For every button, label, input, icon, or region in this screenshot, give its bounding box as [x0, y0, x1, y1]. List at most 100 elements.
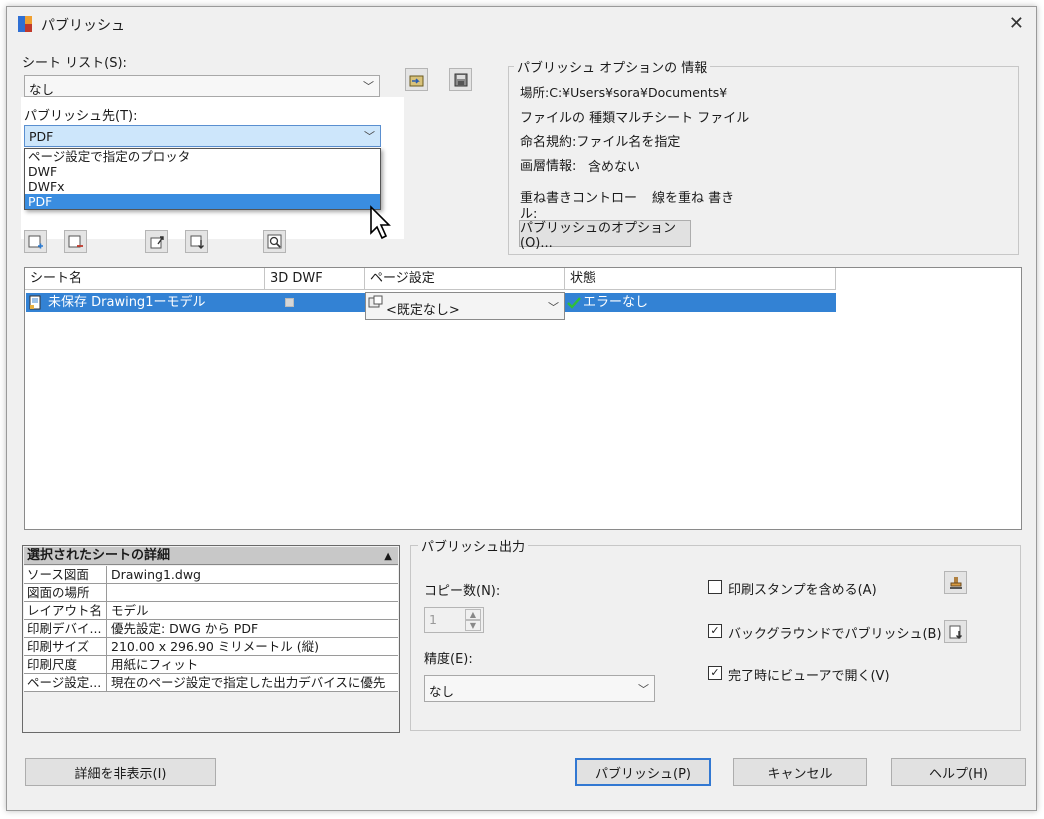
sheet-details-panel: 選択されたシートの詳細 ▲ ソース図面 Drawing1.dwg 図面の場所 レイ… [22, 545, 400, 733]
open-viewer-checkbox[interactable]: ✓ [708, 666, 722, 680]
sheet-list-label: シート リスト(S): [22, 56, 127, 71]
move-up-button[interactable] [145, 230, 168, 253]
publish-to-dropdown-list: ページ設定で指定のプロッタ DWF DWFx PDF [24, 148, 381, 210]
details-title[interactable]: 選択されたシートの詳細 ▲ [24, 547, 398, 565]
help-button[interactable]: ヘルプ(H) [891, 758, 1026, 786]
detail-row: ページ設定... 現在のページ設定で指定した出力デバイスに優先 [24, 674, 398, 692]
publish-options-button[interactable]: パブリッシュのオプション(O)... [519, 220, 691, 251]
chevron-down-icon: ﹀ [548, 301, 559, 314]
precision-value: なし [429, 684, 455, 699]
detail-key: レイアウト名 [24, 602, 107, 619]
app-icon [18, 16, 32, 32]
dropdown-option[interactable]: ページ設定で指定のプロッタ [25, 149, 380, 164]
background-settings-icon [949, 625, 962, 639]
detail-key: ページ設定... [24, 674, 107, 691]
check-icon [567, 297, 581, 309]
dropdown-option-selected[interactable]: PDF [25, 194, 380, 209]
detail-row: 印刷デバイ... 優先設定: DWG から PDF [24, 620, 398, 638]
stamp-checkbox[interactable] [708, 580, 722, 594]
sheet-list-value: なし [29, 82, 55, 97]
stamp-icon [949, 576, 962, 589]
location-info: 場所:C:¥Users¥sora¥Documents¥ [520, 85, 728, 100]
detail-row: 印刷サイズ 210.00 x 296.90 ミリメートル (縦) [24, 638, 398, 656]
background-settings-button[interactable] [944, 620, 967, 643]
publish-output-title: パブリッシュ出力 [418, 536, 529, 555]
publish-to-value: PDF [29, 129, 54, 144]
copies-spinner[interactable]: 1 ▲ ▼ [424, 607, 484, 633]
magnifier-icon [267, 234, 281, 248]
stamp-label: 印刷スタンプを含める(A) [728, 583, 877, 598]
detail-value: 現在のページ設定で指定した出力デバイスに優先 [111, 675, 386, 690]
layer-info-value: 含めない [588, 160, 641, 175]
detail-value [108, 584, 398, 601]
spin-up-icon[interactable]: ▲ [465, 609, 481, 620]
detail-row: ソース図面 Drawing1.dwg [24, 566, 398, 584]
detail-key: 図面の場所 [24, 584, 107, 601]
chevron-down-icon: ﹀ [364, 130, 375, 143]
precision-label: 精度(E): [424, 652, 473, 667]
save-sheet-list-button[interactable] [449, 68, 472, 91]
chevron-down-icon: ﹀ [638, 683, 649, 696]
detail-value: モデル [111, 603, 149, 618]
column-header-status[interactable]: 状態 [565, 268, 836, 290]
status-cell: エラーなし [583, 295, 649, 310]
details-title-text: 選択されたシートの詳細 [27, 548, 171, 563]
close-icon[interactable]: ✕ [1009, 13, 1024, 34]
detail-value: 210.00 x 296.90 ミリメートル (縦) [111, 639, 320, 654]
copies-value: 1 [429, 612, 437, 627]
page-setup-icon [368, 295, 383, 308]
detail-row: レイアウト名 モデル [24, 602, 398, 620]
collapse-up-icon[interactable]: ▲ [384, 548, 392, 566]
detail-key: ソース図面 [24, 566, 107, 583]
column-header-3d-dwf[interactable]: 3D DWF [265, 268, 365, 290]
options-info-title: パブリッシュ オプションの 情報 [514, 57, 711, 76]
page-setup-value: <既定なし> [386, 303, 460, 318]
precision-combo[interactable]: なし ﹀ [424, 675, 655, 702]
sheet-list-combo[interactable]: なし ﹀ [24, 75, 380, 97]
spin-down-icon[interactable]: ▼ [465, 620, 481, 631]
detail-key: 印刷サイズ [24, 638, 107, 655]
sheet-name-cell: 未保存 Drawing1ーモデル [48, 295, 206, 310]
page-setup-combo[interactable]: <既定なし> ﹀ [365, 292, 565, 320]
column-header-page-setup[interactable]: ページ設定 [365, 268, 565, 290]
window-title: パブリッシュ [41, 18, 125, 34]
dropdown-option[interactable]: DWFx [25, 179, 380, 194]
dropdown-option[interactable]: DWF [25, 164, 380, 179]
hide-details-button[interactable]: 詳細を非表示(I) [25, 758, 216, 786]
publish-to-label: パブリッシュ先(T): [24, 109, 138, 124]
title-bar: パブリッシュ ✕ [7, 7, 1036, 41]
background-publish-checkbox[interactable]: ✓ [708, 624, 722, 638]
detail-value: 優先設定: DWG から PDF [111, 621, 259, 636]
file-type-info: ファイルの 種類マルチシート ファイル [520, 111, 750, 126]
overwrite-label-line1: 重ね書きコントロー [520, 191, 638, 206]
add-sheet-icon [28, 235, 43, 248]
sheet-table: シート名 3D DWF ページ設定 状態 未保存 Drawing1ーモデル エラ… [24, 267, 1022, 530]
detail-row: 図面の場所 [24, 584, 398, 602]
move-down-icon [190, 235, 204, 249]
cancel-button[interactable]: キャンセル [733, 758, 867, 786]
stamp-settings-button[interactable] [944, 571, 967, 594]
detail-row: 印刷尺度 用紙にフィット [24, 656, 398, 674]
publish-to-combo[interactable]: PDF ﹀ [24, 125, 381, 147]
remove-sheets-button[interactable] [64, 230, 87, 253]
detail-value: 用紙にフィット [111, 657, 199, 672]
detail-key: 印刷尺度 [24, 656, 107, 673]
move-down-button[interactable] [185, 230, 208, 253]
load-sheet-list-button[interactable] [405, 68, 428, 91]
save-icon [454, 73, 467, 86]
open-viewer-label: 完了時にビューアで開く(V) [728, 669, 890, 684]
layer-info-label: 画層情報: [520, 159, 577, 174]
add-sheets-button[interactable] [24, 230, 47, 253]
overwrite-value: 線を重ね 書き [652, 191, 735, 206]
detail-value: Drawing1.dwg [111, 567, 201, 582]
column-header-sheet-name[interactable]: シート名 [25, 268, 265, 290]
chevron-down-icon: ﹀ [363, 80, 374, 93]
publish-button[interactable]: パブリッシュ(P) [575, 758, 711, 786]
publish-dialog: パブリッシュ ✕ シート リスト(S): なし ﹀ パブリッシュ先(T): PD… [6, 6, 1037, 811]
naming-info: 命名規約:ファイル名を指定 [520, 135, 681, 150]
preview-button[interactable] [263, 230, 286, 253]
folder-open-icon [409, 75, 423, 86]
detail-key: 印刷デバイ... [24, 620, 107, 637]
move-up-icon [150, 235, 164, 248]
3d-dwf-checkbox[interactable] [285, 298, 294, 307]
